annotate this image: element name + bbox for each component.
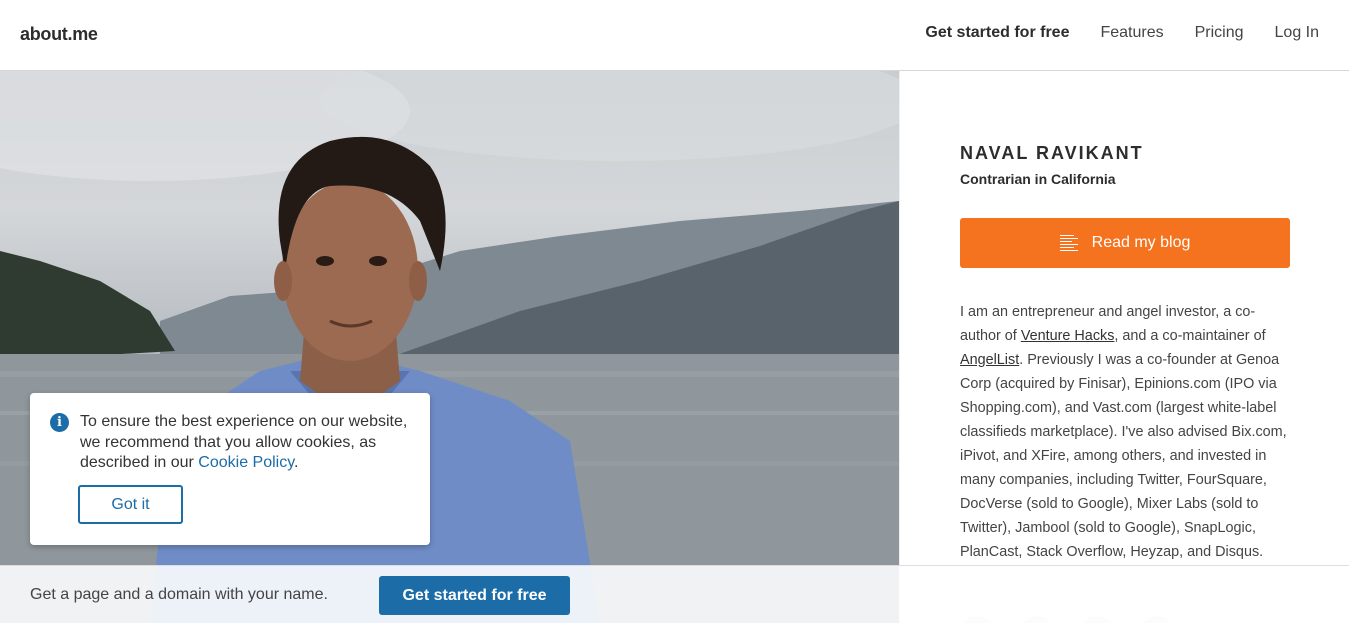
about-me-logo[interactable]: about.me: [20, 24, 98, 45]
main-nav: Get started for free Features Pricing Lo…: [925, 24, 1319, 42]
bottom-bar-text: Get a page and a domain with your name.: [30, 586, 328, 603]
nav-pricing-link[interactable]: Pricing: [1195, 24, 1244, 42]
top-header: about.me Get started for free Features P…: [0, 0, 1349, 71]
bio-text-2: , and a co-maintainer of: [1114, 328, 1266, 344]
cookie-policy-link[interactable]: Cookie Policy: [198, 454, 294, 471]
read-blog-label: Read my blog: [1091, 234, 1191, 251]
profile-bio: I am an entrepreneur and angel investor,…: [960, 300, 1295, 564]
info-icon: i: [50, 413, 69, 432]
read-blog-button[interactable]: Read my blog: [960, 218, 1290, 268]
profile-panel: NAVAL RAVIKANT Contrarian in California …: [899, 71, 1349, 623]
cookie-period: .: [294, 454, 299, 471]
nav-get-started-link[interactable]: Get started for free: [925, 24, 1069, 42]
venture-hacks-link[interactable]: Venture Hacks: [1021, 328, 1115, 344]
bottom-get-started-button[interactable]: Get started for free: [379, 576, 570, 615]
signup-bottom-bar: Get a page and a domain with your name. …: [0, 565, 1349, 623]
nav-login-link[interactable]: Log In: [1275, 24, 1319, 42]
cookie-consent-popup: i To ensure the best experience on our w…: [30, 393, 430, 545]
profile-headline: Contrarian in California: [960, 171, 1116, 187]
got-it-button[interactable]: Got it: [78, 485, 183, 524]
profile-name: NAVAL RAVIKANT: [960, 143, 1144, 163]
bio-text-3: . Previously I was a co-founder at Genoa…: [960, 352, 1287, 560]
nav-features-link[interactable]: Features: [1100, 24, 1163, 42]
document-lines-icon: [1059, 234, 1078, 252]
cookie-message: To ensure the best experience on our web…: [80, 412, 420, 474]
angellist-link[interactable]: AngelList: [960, 352, 1019, 368]
